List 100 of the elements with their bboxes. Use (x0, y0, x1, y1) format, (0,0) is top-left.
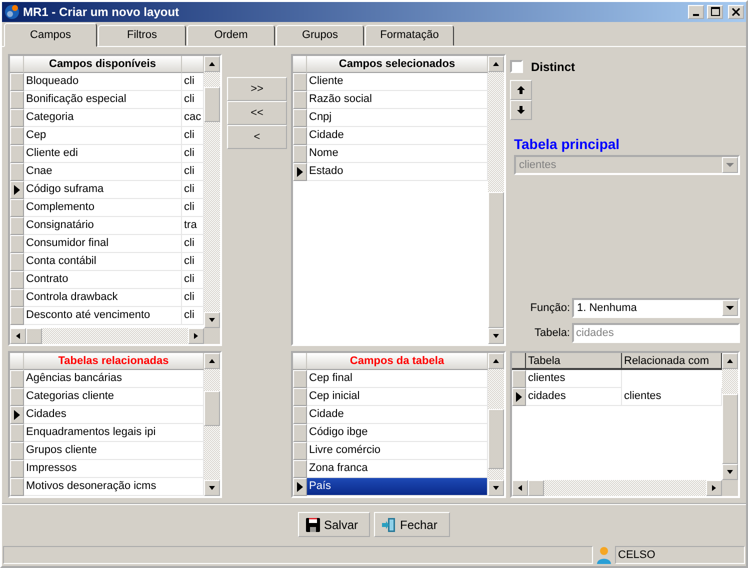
table-cell[interactable]: Cidade (307, 406, 488, 424)
table-cell[interactable]: cidades (526, 388, 622, 406)
scroll-up-button[interactable] (488, 352, 504, 369)
header-corner (512, 352, 526, 370)
table-cell[interactable]: Desconto até vencimento (24, 306, 182, 325)
scroll-up-button[interactable] (204, 352, 220, 369)
table-cell[interactable]: Cep (24, 126, 182, 145)
arrow-down-icon (492, 484, 500, 492)
header-corner (293, 56, 307, 73)
table-cell[interactable]: Consumidor final (24, 234, 182, 253)
scroll-up-button[interactable] (722, 352, 738, 369)
table-cell[interactable]: Controla drawback (24, 288, 182, 307)
status-text: CELSO (615, 546, 745, 564)
table-cell[interactable]: Cliente edi (24, 144, 182, 163)
maximize-button[interactable] (707, 4, 723, 19)
table-cell[interactable]: Motivos desoneração icms (24, 478, 204, 496)
tab[interactable]: Grupos (276, 24, 364, 46)
table-cell[interactable]: Livre comércio (307, 442, 488, 460)
table-cell[interactable]: clientes (526, 370, 622, 388)
column-header[interactable]: Campos disponíveis (24, 56, 182, 73)
move-button[interactable]: >> (227, 76, 287, 101)
table-cell[interactable]: Cidade (307, 126, 488, 145)
table-cell[interactable]: Categorias cliente (24, 388, 204, 406)
arrow-down-icon (517, 106, 525, 114)
column-header[interactable]: Relacionada com (622, 352, 722, 370)
row-pointer-icon (14, 184, 20, 195)
tab[interactable]: Campos (4, 22, 97, 47)
scroll-right-button[interactable] (188, 328, 204, 344)
arrow-right-icon (710, 484, 718, 492)
table-cell[interactable]: Nome (307, 144, 488, 163)
table-cell[interactable]: Cidades (24, 406, 204, 424)
scrollbar-thumb[interactable] (488, 192, 504, 328)
column-header[interactable]: Campos selecionados (307, 56, 488, 73)
dropdown[interactable]: 1. Nenhuma (572, 298, 740, 318)
table-cell[interactable]: Enquadramentos legais ipi (24, 424, 204, 442)
row-indicator[interactable] (512, 388, 526, 406)
table-cell[interactable]: Cep inicial (307, 388, 488, 406)
table-cell[interactable]: Cnpj (307, 108, 488, 127)
tab[interactable]: Ordem (187, 24, 275, 46)
move-down-button[interactable] (510, 100, 532, 120)
minimize-button[interactable] (688, 4, 704, 19)
scroll-left-button[interactable] (10, 328, 26, 344)
table-cell[interactable]: Categoria (24, 108, 182, 127)
scrollbar-thumb[interactable] (528, 480, 544, 496)
row-indicator[interactable] (10, 180, 24, 199)
table-cell[interactable]: País (307, 478, 488, 496)
scrollbar-thumb[interactable] (722, 394, 738, 464)
scroll-up-button[interactable] (488, 56, 504, 72)
close-button[interactable]: Fechar (374, 512, 450, 538)
field-label: Tabela: (534, 326, 571, 341)
arrow-down-icon (208, 484, 216, 492)
table-cell[interactable]: Conta contábil (24, 252, 182, 271)
scroll-left-button[interactable] (512, 480, 528, 496)
arrow-up-icon (517, 86, 525, 94)
scrollbar-thumb[interactable] (488, 408, 504, 469)
scroll-down-button[interactable] (488, 480, 504, 496)
move-button[interactable]: < (227, 124, 287, 149)
scroll-down-button[interactable] (204, 480, 220, 496)
table-cell[interactable]: Cep final (307, 370, 488, 388)
scrollbar-thumb[interactable] (26, 328, 42, 344)
input-field[interactable]: cidades (572, 322, 740, 343)
move-up-button[interactable] (510, 80, 532, 100)
table-cell[interactable]: Complemento (24, 198, 182, 217)
tab[interactable]: Filtros (98, 24, 186, 46)
move-button[interactable]: << (227, 100, 287, 125)
table-cell[interactable]: Bloqueado (24, 72, 182, 91)
row-indicator[interactable] (293, 162, 307, 181)
scrollbar-thumb[interactable] (204, 86, 220, 122)
table-cell[interactable]: Impressos (24, 460, 204, 478)
window-title: MR1 - Criar um novo layout (23, 4, 180, 21)
checkbox[interactable] (510, 60, 523, 74)
row-indicator[interactable] (10, 406, 24, 424)
table-cell[interactable]: Cnae (24, 162, 182, 181)
table-cell[interactable]: Estado (307, 162, 488, 181)
table-cell[interactable]: Contrato (24, 270, 182, 289)
table-cell[interactable]: Código suframa (24, 180, 182, 199)
column-header[interactable]: Tabela (526, 352, 622, 370)
scrollbar-thumb[interactable] (204, 390, 220, 426)
arrow-left-icon (516, 484, 524, 492)
table-cell[interactable]: Razão social (307, 90, 488, 109)
scroll-down-button[interactable] (204, 312, 220, 328)
table-cell[interactable]: Grupos cliente (24, 442, 204, 460)
close-button[interactable] (728, 4, 744, 19)
dropdown-arrow-icon (726, 304, 734, 312)
scroll-up-button[interactable] (204, 56, 220, 72)
table-cell[interactable]: Código ibge (307, 424, 488, 442)
row-indicator[interactable] (293, 478, 307, 496)
arrow-left-icon (14, 332, 22, 340)
table-cell[interactable]: Agências bancárias (24, 370, 204, 388)
table-cell[interactable]: Cliente (307, 72, 488, 91)
scroll-down-button[interactable] (488, 328, 504, 344)
table-cell[interactable]: Bonificação especial (24, 90, 182, 109)
tab[interactable]: Formatação (365, 24, 454, 46)
scrollbar-corner (722, 480, 738, 496)
table-cell[interactable]: Consignatário (24, 216, 182, 235)
user-icon (595, 546, 613, 564)
scroll-right-button[interactable] (706, 480, 722, 496)
scroll-down-button[interactable] (722, 464, 738, 480)
row-indicator[interactable] (512, 370, 526, 388)
save-button[interactable]: Salvar (298, 512, 370, 538)
